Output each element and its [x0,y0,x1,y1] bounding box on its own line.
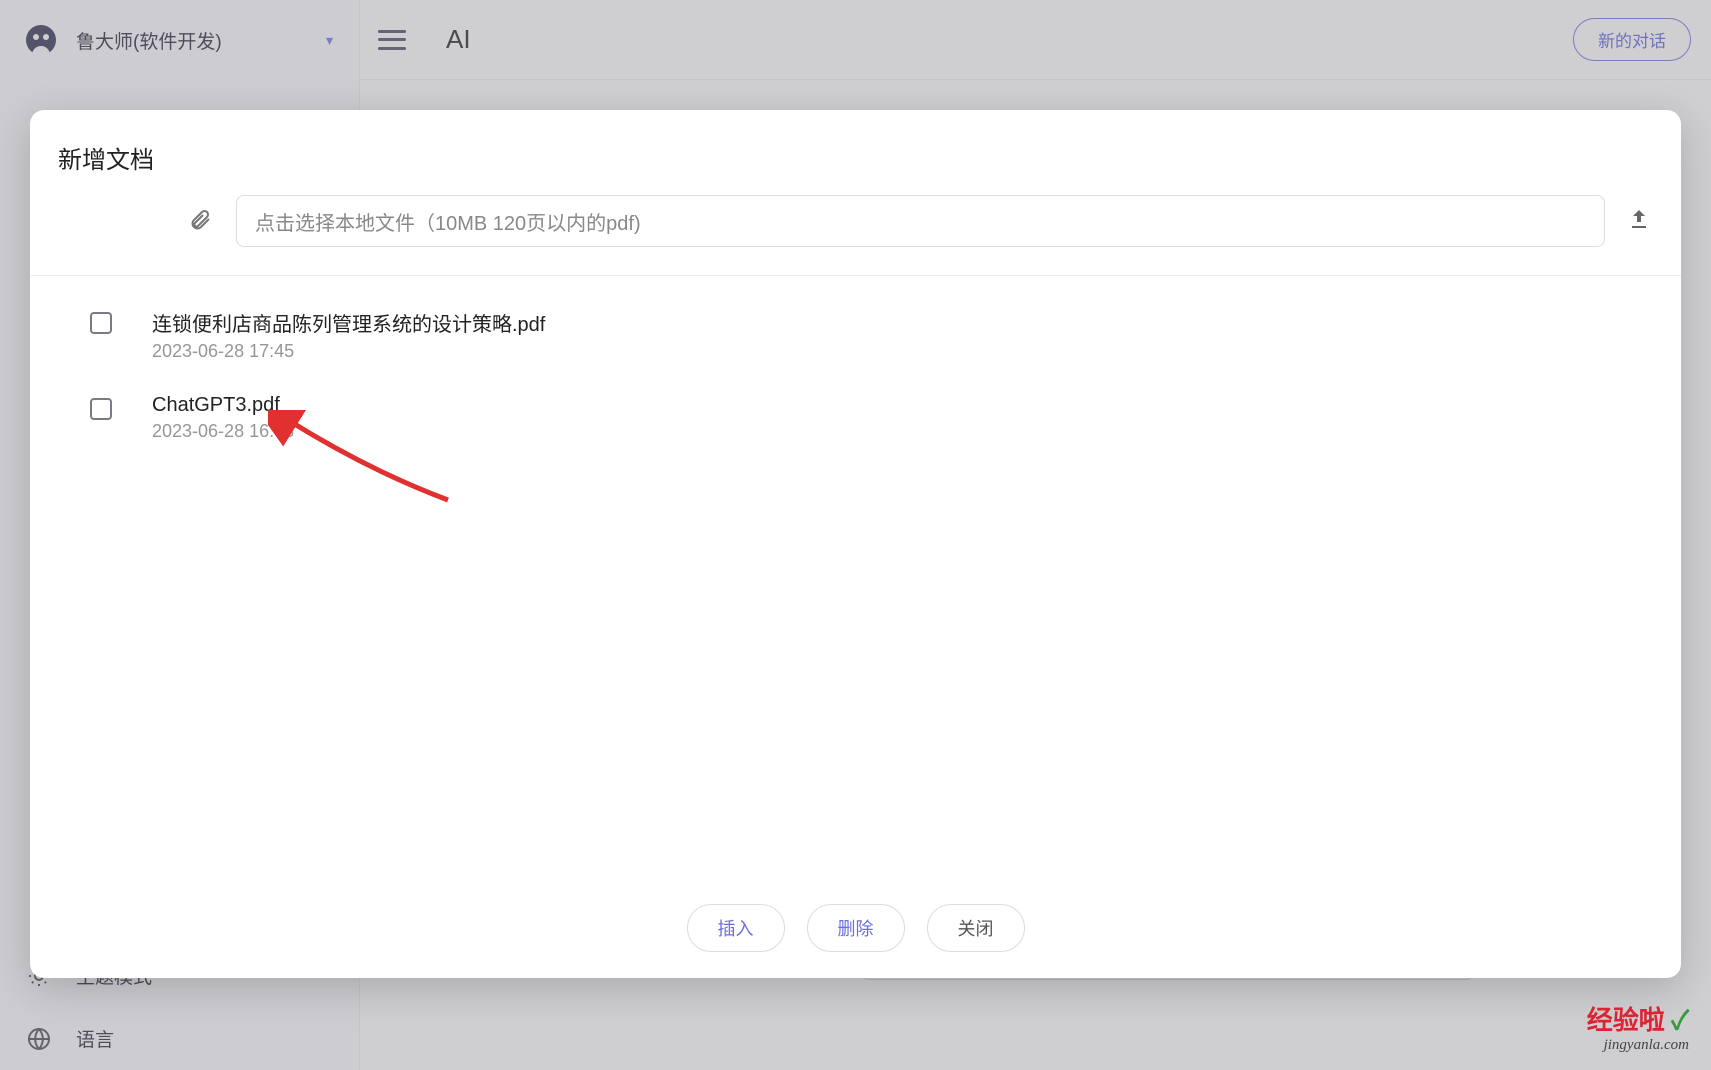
file-info: ChatGPT3.pdf 2023-06-28 16:03 [152,394,294,442]
file-list: 连锁便利店商品陈列管理系统的设计策略.pdf 2023-06-28 17:45 … [30,276,1681,486]
watermark-url: jingyanla.com [1587,1037,1689,1054]
checkbox[interactable] [90,398,112,420]
file-name: 连锁便利店商品陈列管理系统的设计策略.pdf [152,308,545,337]
file-date: 2023-06-28 16:03 [152,421,294,442]
add-document-modal: 新增文档 点击选择本地文件（10MB 120页以内的pdf) 连锁便利店商品陈列… [30,110,1681,978]
file-info: 连锁便利店商品陈列管理系统的设计策略.pdf 2023-06-28 17:45 [152,308,545,362]
upload-row: 点击选择本地文件（10MB 120页以内的pdf) [30,195,1681,275]
file-date: 2023-06-28 17:45 [152,341,545,362]
watermark-text: 经验啦 [1587,1006,1665,1035]
file-row[interactable]: 连锁便利店商品陈列管理系统的设计策略.pdf 2023-06-28 17:45 [90,298,1621,384]
modal-overlay[interactable]: 新增文档 点击选择本地文件（10MB 120页以内的pdf) 连锁便利店商品陈列… [0,0,1711,1070]
delete-button[interactable]: 删除 [807,904,905,952]
insert-button[interactable]: 插入 [687,904,785,952]
checkbox[interactable] [90,312,112,334]
close-button[interactable]: 关闭 [927,904,1025,952]
paperclip-icon[interactable] [188,208,214,234]
file-select-input[interactable]: 点击选择本地文件（10MB 120页以内的pdf) [236,195,1605,247]
watermark: 经验啦 ✓ jingyanla.com [1587,1000,1689,1054]
file-row[interactable]: ChatGPT3.pdf 2023-06-28 16:03 [90,384,1621,464]
modal-footer: 插入 删除 关闭 [30,880,1681,978]
check-icon: ✓ [1671,1006,1689,1035]
file-name: ChatGPT3.pdf [152,394,294,417]
modal-title: 新增文档 [30,110,1681,195]
upload-icon[interactable] [1627,208,1653,234]
